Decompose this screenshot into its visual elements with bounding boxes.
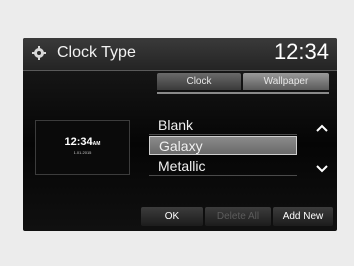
ok-button[interactable]: OK: [141, 207, 203, 226]
chevron-down-icon[interactable]: [315, 162, 329, 176]
page-title: Clock Type: [57, 44, 136, 61]
add-new-button[interactable]: Add New: [273, 207, 333, 226]
wallpaper-preview: 12:34AM 1.01.2015: [35, 120, 130, 175]
display-screen: Clock Type 12:34 Clock Wallpaper 12:34AM…: [23, 38, 337, 231]
header-bar: Clock Type 12:34: [23, 38, 337, 71]
tab-wallpaper[interactable]: Wallpaper: [243, 73, 329, 90]
preview-date: 1.01.2015: [73, 150, 92, 155]
list-item-galaxy[interactable]: Galaxy: [149, 136, 297, 155]
tab-clock[interactable]: Clock: [157, 73, 241, 90]
tab-bar: Clock Wallpaper: [157, 73, 329, 91]
list-item-blank[interactable]: Blank: [149, 116, 297, 135]
tab-underline: [157, 92, 329, 94]
list-item-metallic[interactable]: Metallic: [149, 157, 297, 176]
gear-icon: [32, 46, 46, 60]
delete-all-button[interactable]: Delete All: [205, 207, 271, 226]
chevron-up-icon[interactable]: [315, 121, 329, 135]
preview-time: 12:34AM: [64, 136, 101, 148]
clock-display: 12:34: [273, 39, 329, 64]
